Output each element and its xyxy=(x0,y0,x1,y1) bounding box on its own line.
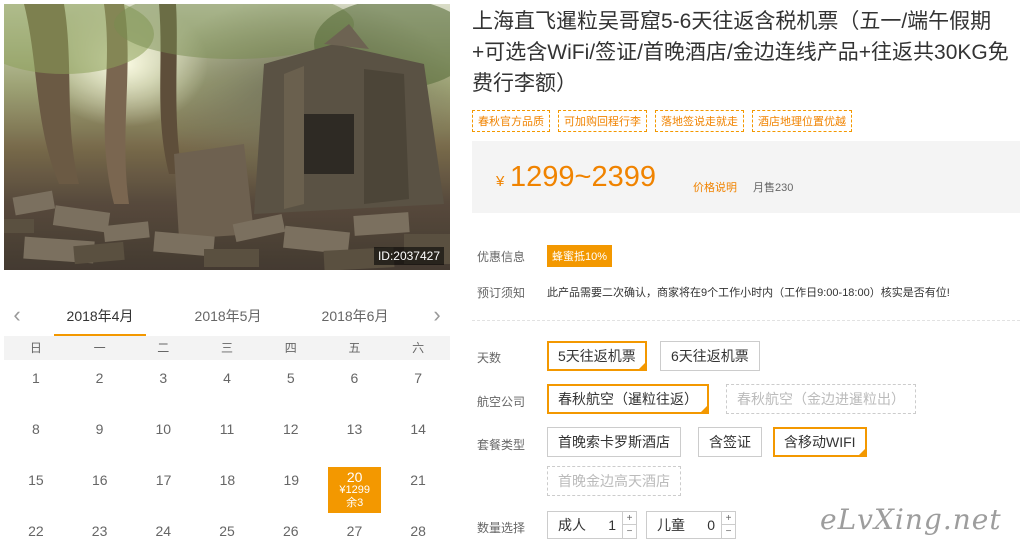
calendar-week: 15 16 17 18 19 20 ¥1299 余3 21 xyxy=(4,462,450,513)
package-label: 套餐类型 xyxy=(477,438,526,452)
calendar-week: 22 23 24 25 26 27 28 xyxy=(4,513,450,551)
prev-month-chevron-icon[interactable]: ‹ xyxy=(6,302,28,328)
package-option-sokha-hotel[interactable]: 首晚索卡罗斯酒店 xyxy=(547,427,681,457)
days-option-6[interactable]: 6天往返机票 xyxy=(660,341,760,371)
calendar-day: 22 xyxy=(28,523,44,539)
child-quantity-stepper: 儿童 0 + − xyxy=(646,511,736,539)
available-day-remaining: 余3 xyxy=(346,497,364,509)
child-label: 儿童 xyxy=(657,517,685,533)
promo-badge: 蜂蜜抵10% xyxy=(547,245,613,267)
calendar-day: 28 xyxy=(410,523,426,539)
weekday-label: 二 xyxy=(157,341,170,355)
calendar-day: 5 xyxy=(286,370,295,386)
currency-symbol: ¥ xyxy=(496,173,505,190)
promo-label: 优惠信息 xyxy=(477,250,526,264)
price-panel: ¥ 1299~2399 价格说明 月售230 xyxy=(472,141,1020,213)
package-option-phnompenh-hotel: 首晚金边高天酒店 xyxy=(547,466,681,496)
airline-option-phnompenh-in: 春秋航空（金边进暹粒出） xyxy=(726,384,916,414)
product-tag: 春秋官方品质 xyxy=(472,110,550,132)
weekday-header: 日 一 二 三 四 五 六 xyxy=(4,336,450,360)
product-tag: 酒店地理位置优越 xyxy=(752,110,852,132)
booking-notice: 此产品需要二次确认，商家将在9个工作小时内（工作日9:00-18:00）核实是否… xyxy=(547,287,950,299)
calendar-day: 15 xyxy=(28,472,44,488)
calendar-day: 2 xyxy=(95,370,104,386)
days-option-5[interactable]: 5天往返机票 xyxy=(547,341,647,371)
calendar-week: 1 2 3 4 5 6 7 xyxy=(4,360,450,411)
calendar-day: 7 xyxy=(414,370,423,386)
booking-calendar: 日 一 二 三 四 五 六 1 2 3 4 5 6 7 8 9 10 11 12… xyxy=(4,336,450,551)
tab-month-may[interactable]: 2018年5月 xyxy=(182,306,274,326)
product-tag: 可加购回程行李 xyxy=(558,110,647,132)
monthly-sales: 月售230 xyxy=(753,182,794,194)
calendar-day: 6 xyxy=(350,370,359,386)
package-option-wifi[interactable]: 含移动WIFI xyxy=(773,427,867,457)
adult-decrement-button[interactable]: − xyxy=(623,525,636,538)
calendar-day: 17 xyxy=(155,472,172,488)
calendar-day: 25 xyxy=(219,523,235,539)
weekday-label: 三 xyxy=(221,341,234,355)
calendar-day: 12 xyxy=(282,421,299,437)
weekday-label: 五 xyxy=(348,341,361,355)
calendar-day: 14 xyxy=(410,421,426,437)
calendar-day-available[interactable]: 20 ¥1299 余3 xyxy=(328,467,382,513)
calendar-month-nav: ‹ 2018年4月 2018年5月 2018年6月 › xyxy=(4,296,450,336)
airline-option-siemreap-roundtrip[interactable]: 春秋航空（暹粒往返） xyxy=(547,384,709,414)
calendar-day: 19 xyxy=(283,472,300,488)
quantity-label: 数量选择 xyxy=(477,521,526,535)
calendar-day: 1 xyxy=(31,370,40,386)
tab-month-april[interactable]: 2018年4月 xyxy=(54,306,146,336)
site-watermark: eLvXing.net xyxy=(820,503,1002,536)
days-label: 天数 xyxy=(477,351,502,365)
calendar-day: 24 xyxy=(155,523,172,539)
calendar-day: 21 xyxy=(410,472,426,488)
adult-label: 成人 xyxy=(558,517,586,533)
image-id-label: ID:2037427 xyxy=(373,247,444,265)
airline-label: 航空公司 xyxy=(477,395,526,409)
temple-ruins-illustration xyxy=(4,4,450,270)
child-stepper-buttons: + − xyxy=(721,512,735,538)
calendar-day: 18 xyxy=(219,472,236,488)
calendar-day: 13 xyxy=(346,421,363,437)
calendar-day: 26 xyxy=(282,523,299,539)
calendar-day: 11 xyxy=(219,421,235,437)
adult-count[interactable]: 1 xyxy=(596,517,622,533)
calendar-day: 23 xyxy=(91,523,108,539)
calendar-day: 8 xyxy=(31,421,40,437)
adult-increment-button[interactable]: + xyxy=(623,512,636,525)
calendar-day: 9 xyxy=(95,421,104,437)
child-increment-button[interactable]: + xyxy=(722,512,735,525)
calendar-day: 16 xyxy=(91,472,108,488)
available-day-price: ¥1299 xyxy=(339,484,370,496)
weekday-label: 六 xyxy=(412,341,425,355)
weekday-label: 四 xyxy=(284,341,297,355)
product-title: 上海直飞暹粒吴哥窟5-6天往返含税机票（五一/端午假期+可选含WiFi/签证/首… xyxy=(472,10,1009,95)
calendar-day: 10 xyxy=(155,421,172,437)
available-day-number: 20 xyxy=(346,469,363,485)
notice-label: 预订须知 xyxy=(477,286,526,300)
divider xyxy=(472,320,1020,321)
product-tag: 落地签说走就走 xyxy=(655,110,744,132)
package-option-visa[interactable]: 含签证 xyxy=(698,427,762,457)
calendar-week: 8 9 10 11 12 13 14 xyxy=(4,411,450,462)
child-count[interactable]: 0 xyxy=(695,517,721,533)
tab-month-june[interactable]: 2018年6月 xyxy=(309,306,401,326)
child-decrement-button[interactable]: − xyxy=(722,525,735,538)
calendar-day: 27 xyxy=(346,523,363,539)
product-hero-image: ID:2037427 xyxy=(4,4,450,270)
calendar-day: 4 xyxy=(223,370,231,386)
next-month-chevron-icon[interactable]: › xyxy=(426,302,448,328)
price-range: 1299~2399 xyxy=(510,161,656,193)
product-tags: 春秋官方品质 可加购回程行李 落地签说走就走 酒店地理位置优越 xyxy=(472,110,852,132)
weekday-label: 一 xyxy=(93,341,106,355)
price-explain-link[interactable]: 价格说明 xyxy=(693,179,737,195)
adult-quantity-stepper: 成人 1 + − xyxy=(547,511,637,539)
adult-stepper-buttons: + − xyxy=(622,512,636,538)
weekday-label: 日 xyxy=(29,341,42,355)
calendar-day: 3 xyxy=(159,370,168,386)
